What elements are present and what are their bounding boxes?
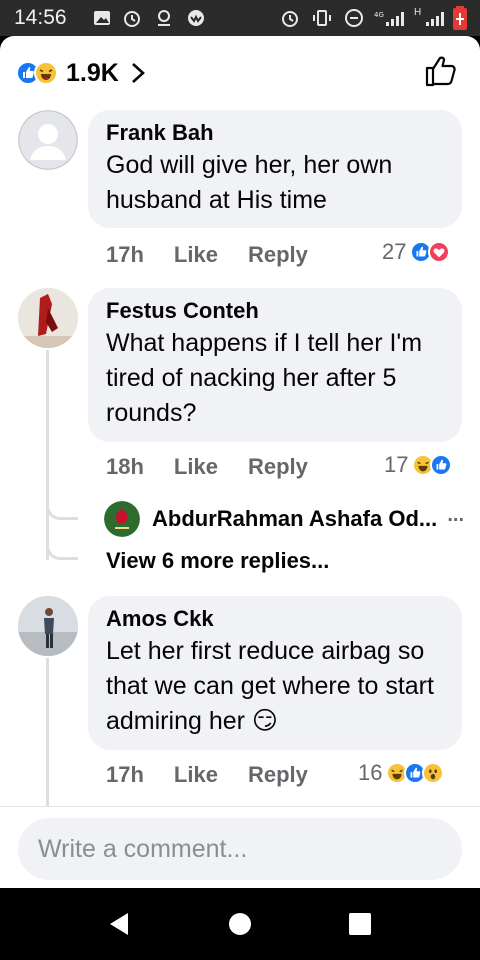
comment-time: 18h <box>106 454 144 479</box>
alarm-icon <box>282 11 298 27</box>
comment-reaction-count[interactable]: 16 <box>358 759 445 787</box>
status-bar: 14:56 4G H <box>0 0 480 36</box>
divider <box>0 806 480 807</box>
reply-button[interactable]: Reply <box>248 242 308 268</box>
signal-icon <box>426 12 444 26</box>
chevron-right-icon[interactable] <box>131 62 145 84</box>
comment-author[interactable]: Amos Ckk <box>106 606 444 632</box>
wow-reaction-icon <box>422 762 445 784</box>
like-button[interactable]: Like <box>174 242 218 268</box>
comment-actions: 18h Like Reply <box>106 452 308 482</box>
signal-icon: 4G <box>374 11 404 26</box>
vibrate-icon <box>313 10 331 26</box>
view-more-replies[interactable]: View 6 more replies... <box>106 548 329 574</box>
reply-author[interactable]: AbdurRahman Ashafa Od... <box>152 506 437 532</box>
more-options-icon[interactable]: ... <box>447 504 464 527</box>
reply-button[interactable]: Reply <box>248 454 308 480</box>
comment-bubble[interactable]: Amos Ckk Let her first reduce airbag so … <box>88 596 462 750</box>
thread-branch <box>46 526 78 560</box>
comment-actions: 17h Like Reply <box>106 240 308 270</box>
alarm-icon <box>124 11 140 27</box>
like-button[interactable]: Like <box>174 762 218 788</box>
reaction-count: 1.9K <box>66 58 119 87</box>
battery-icon <box>453 6 467 30</box>
comment-time: 17h <box>106 762 144 787</box>
status-time: 14:56 <box>14 6 67 29</box>
app-icon <box>188 10 204 26</box>
comment-bubble[interactable]: Festus Conteh What happens if I tell her… <box>88 288 462 442</box>
comment-actions: 17h Like Reply <box>106 760 308 790</box>
recents-icon[interactable] <box>346 910 374 938</box>
reaction-count: 27 <box>382 239 407 264</box>
comment-bubble[interactable]: Frank Bah God will give her, her own hus… <box>88 110 462 228</box>
comments-sheet: 1.9K Frank Bah God will give her, her ow… <box>0 36 480 888</box>
comment-input[interactable] <box>18 818 462 880</box>
dnd-icon <box>345 9 363 27</box>
reaction-count: 16 <box>358 760 383 785</box>
thread-line <box>46 658 49 806</box>
network-type-label: H <box>414 7 422 18</box>
comment-author[interactable]: Frank Bah <box>106 120 444 146</box>
thread-branch <box>46 482 78 520</box>
comment-text: What happens if I tell her I'm tired of … <box>106 329 423 427</box>
reaction-count: 17 <box>384 452 409 477</box>
comment-author[interactable]: Festus Conteh <box>106 298 444 324</box>
comment-reaction-count[interactable]: 17 <box>384 451 453 479</box>
love-reaction-icon <box>428 241 451 263</box>
svg-text:4G: 4G <box>374 11 384 19</box>
comment-composer[interactable] <box>18 818 462 880</box>
comment-text: God will give her, her own husband at Hi… <box>106 151 393 214</box>
avatar[interactable] <box>18 288 78 348</box>
comment-text: Let her first reduce airbag so that we c… <box>106 637 434 735</box>
location-icon <box>158 10 170 26</box>
gallery-icon <box>94 11 110 25</box>
avatar[interactable] <box>104 501 140 537</box>
reply-button[interactable]: Reply <box>248 762 308 788</box>
avatar[interactable] <box>18 596 78 656</box>
system-nav-bar <box>0 888 480 960</box>
reply-preview[interactable]: AbdurRahman Ashafa Od... ... <box>104 500 464 538</box>
comment-reaction-count[interactable]: 27 <box>382 238 451 266</box>
comment-time: 17h <box>106 242 144 267</box>
back-icon[interactable] <box>106 910 134 938</box>
like-post-thumb-icon[interactable] <box>424 54 458 88</box>
like-button[interactable]: Like <box>174 454 218 480</box>
reaction-summary[interactable]: 1.9K <box>16 56 145 90</box>
home-icon[interactable] <box>226 910 254 938</box>
avatar[interactable] <box>18 110 78 170</box>
like-reaction-icon <box>430 454 453 476</box>
haha-reaction-icon <box>34 61 58 85</box>
